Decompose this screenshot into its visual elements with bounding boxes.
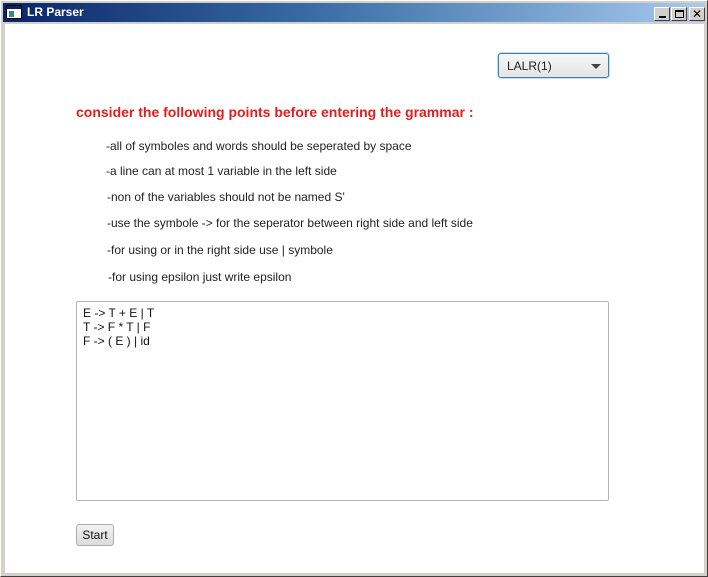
close-button[interactable]: ✕ (689, 7, 705, 21)
maximize-button[interactable] (671, 7, 687, 21)
parser-type-select[interactable]: LALR(1) (498, 53, 609, 78)
app-icon (6, 5, 22, 19)
window-title: LR Parser (27, 5, 84, 19)
grammar-line: E -> T + E | T (83, 306, 155, 320)
minimize-button[interactable] (654, 7, 670, 21)
chevron-down-icon (591, 64, 601, 69)
instructions-heading: consider the following points before ent… (76, 104, 474, 120)
instruction-item: -for using or in the right side use | sy… (107, 243, 333, 257)
close-icon: ✕ (691, 7, 703, 21)
start-button[interactable]: Start (76, 524, 114, 546)
instruction-item: -all of symboles and words should be sep… (106, 139, 412, 153)
minimize-icon (658, 16, 666, 18)
title-bar[interactable]: LR Parser ✕ (3, 3, 705, 22)
grammar-line: F -> ( E ) | id (83, 334, 150, 348)
instruction-item: -a line can at most 1 variable in the le… (106, 164, 337, 178)
grammar-input[interactable]: E -> T + E | T T -> F * T | F F -> ( E )… (76, 301, 609, 501)
grammar-line: T -> F * T | F (83, 320, 151, 334)
instruction-item: -non of the variables should not be name… (107, 190, 345, 204)
maximize-icon (674, 10, 684, 18)
parser-type-value: LALR(1) (507, 59, 552, 73)
main-content: LALR(1) consider the following points be… (5, 24, 704, 573)
instruction-item: -for using epsilon just write epsilon (108, 270, 292, 284)
instruction-item: -use the symbole -> for the seperator be… (107, 216, 473, 230)
app-window: LR Parser ✕ LALR(1) consider the followi… (0, 0, 708, 577)
